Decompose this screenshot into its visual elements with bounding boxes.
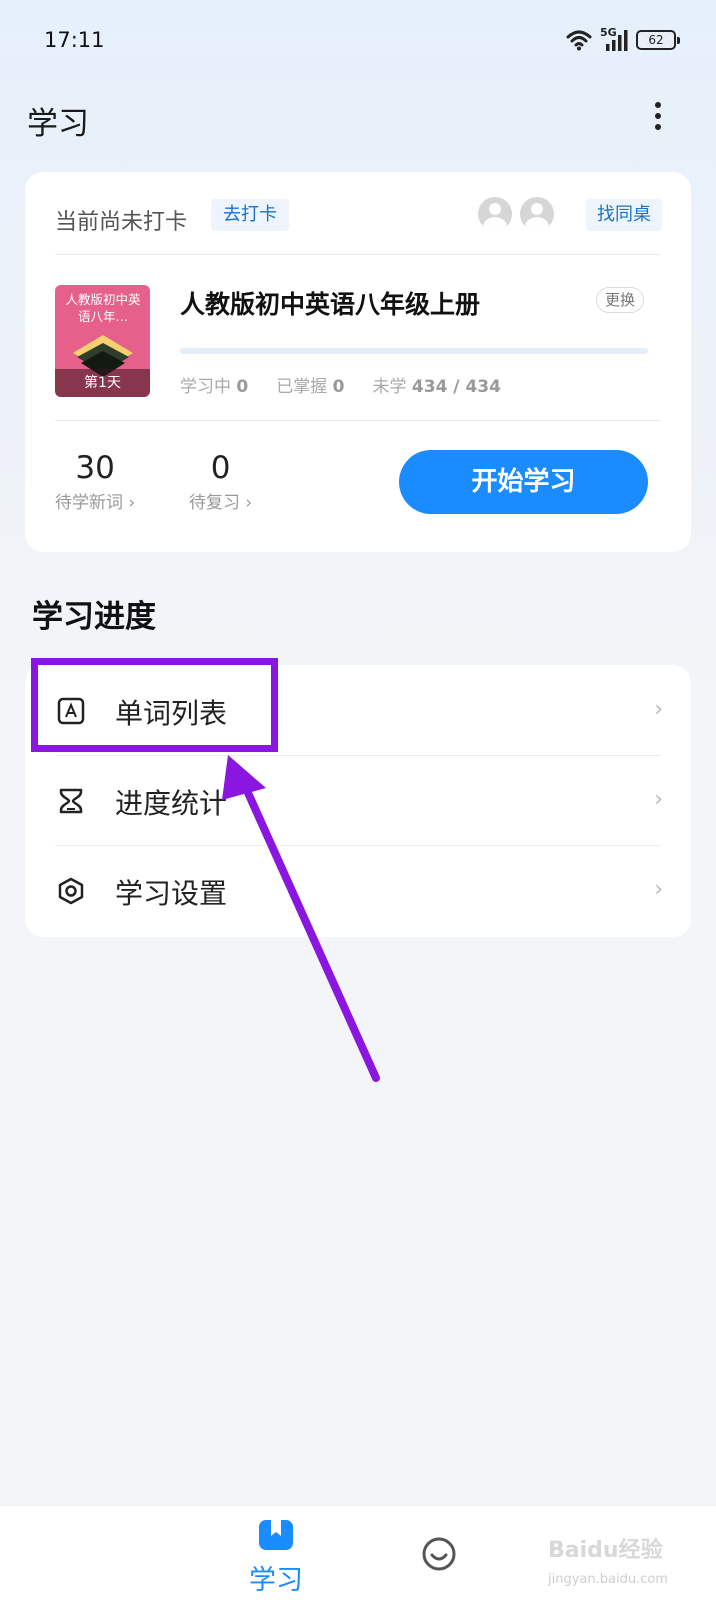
study-card: 当前尚未打卡 去打卡 找同桌 人教版初中英语八年… 第1天 人教版初中英语八年级…	[25, 172, 691, 552]
book-cover[interactable]: 人教版初中英语八年… 第1天	[55, 285, 150, 397]
book-cover-title: 人教版初中英语八年…	[65, 292, 141, 324]
signal-icon: 5G	[600, 26, 628, 52]
avatar[interactable]	[478, 197, 512, 231]
stat-mastered: 已掌握 0	[276, 377, 345, 397]
divider	[55, 420, 661, 421]
more-options-icon[interactable]	[648, 98, 668, 134]
menu-item-progress-stats[interactable]: 进度统计 ›	[25, 755, 691, 845]
book-title: 人教版初中英语八年级上册	[180, 290, 481, 319]
new-words-value: 30	[75, 450, 115, 486]
avatar[interactable]	[520, 197, 554, 231]
watermark-url: jingyan.baidu.com	[548, 1572, 668, 1587]
watermark-logo: Baidu经验	[548, 1538, 663, 1563]
hourglass-icon	[59, 788, 83, 814]
review-count[interactable]: 0 待复习 ›	[189, 450, 252, 513]
menu-item-study-settings[interactable]: 学习设置 ›	[25, 845, 691, 935]
section-title: 学习进度	[32, 599, 156, 635]
book-cover-day: 第1天	[55, 369, 150, 397]
status-icons: 5G 62	[566, 26, 680, 54]
settings-hexagon-icon	[58, 877, 84, 905]
chevron-right-icon: ›	[654, 787, 663, 812]
find-partner-button[interactable]: 找同桌	[586, 199, 662, 231]
book-stats: 学习中 0 已掌握 0 未学 434 / 434	[180, 372, 501, 397]
new-words-count[interactable]: 30 待学新词 ›	[55, 450, 135, 513]
divider	[55, 254, 661, 255]
battery-icon: 62	[636, 30, 680, 50]
page-title: 学习	[27, 106, 89, 142]
chevron-right-icon: ›	[654, 877, 663, 902]
new-words-label: 待学新词 ›	[55, 493, 136, 513]
checkin-button[interactable]: 去打卡	[211, 199, 289, 231]
smile-icon[interactable]	[421, 1536, 457, 1572]
annotation-highlight-box	[31, 658, 278, 752]
change-book-button[interactable]: 更换	[596, 287, 645, 313]
start-study-button[interactable]: 开始学习	[399, 450, 648, 514]
book-progress-bar	[180, 348, 648, 354]
status-time: 17:11	[44, 28, 105, 52]
menu-label: 进度统计	[115, 787, 228, 820]
chevron-right-icon: ›	[654, 697, 663, 722]
checkin-status: 当前尚未打卡	[55, 210, 188, 235]
battery-level: 62	[648, 33, 664, 47]
menu-label: 学习设置	[115, 877, 228, 910]
tab-study[interactable]: 学习	[246, 1518, 306, 1597]
tab-study-label: 学习	[249, 1565, 303, 1596]
status-bar: 17:11 5G 62	[0, 0, 716, 80]
study-tab-icon	[259, 1520, 293, 1550]
stat-unlearned: 未学 434 / 434	[372, 377, 501, 397]
review-label: 待复习 ›	[189, 493, 253, 513]
wifi-icon	[566, 30, 592, 51]
review-value: 0	[210, 450, 231, 486]
stat-learning: 学习中 0	[180, 377, 249, 397]
